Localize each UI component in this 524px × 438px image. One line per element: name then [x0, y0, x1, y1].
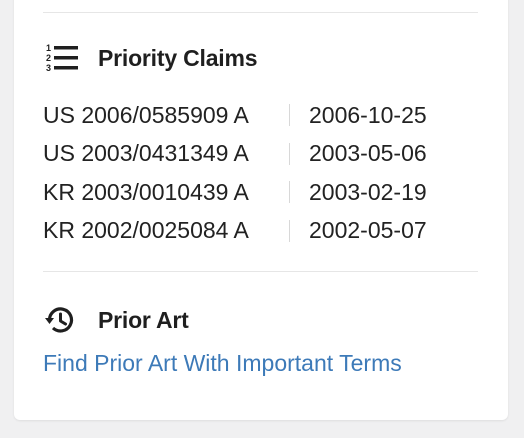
svg-text:3: 3	[46, 63, 51, 73]
claim-separator	[289, 219, 290, 242]
svg-text:2: 2	[46, 53, 51, 63]
prior-art-title: Prior Art	[98, 306, 189, 333]
claim-separator	[289, 181, 290, 204]
priority-claims-list: US 2006/0585909 A 2006-10-25 US 2003/043…	[43, 96, 483, 250]
section-divider	[43, 271, 478, 272]
claim-number: KR 2003/0010439 A	[43, 178, 249, 205]
claim-date: 2006-10-25	[309, 101, 427, 128]
claim-date: 2002-05-07	[309, 217, 427, 244]
priority-claims-title: Priority Claims	[98, 44, 258, 71]
claim-row: KR 2002/0025084 A 2002-05-07	[43, 212, 483, 251]
patent-info-card: 1 2 3 Priority Claims US 2006/0585909 A …	[14, 0, 508, 420]
priority-claims-header: 1 2 3 Priority Claims	[44, 42, 258, 74]
prior-art-header: Prior Art	[44, 304, 189, 336]
claim-row: US 2003/0431349 A 2003-05-06	[43, 135, 483, 174]
claim-date: 2003-02-19	[309, 178, 427, 205]
claim-separator	[289, 142, 290, 165]
claim-date: 2003-05-06	[309, 140, 427, 167]
top-divider	[43, 12, 478, 13]
history-icon	[44, 304, 78, 336]
claim-number: US 2003/0431349 A	[43, 140, 249, 167]
claim-separator	[289, 104, 290, 127]
claim-number: US 2006/0585909 A	[43, 101, 249, 128]
svg-text:1: 1	[46, 43, 51, 53]
numbered-list-icon: 1 2 3	[44, 42, 78, 74]
claim-row: KR 2003/0010439 A 2003-02-19	[43, 173, 483, 212]
claim-row: US 2006/0585909 A 2006-10-25	[43, 96, 483, 135]
find-prior-art-link[interactable]: Find Prior Art With Important Terms	[43, 350, 402, 377]
claim-number: KR 2002/0025084 A	[43, 217, 249, 244]
